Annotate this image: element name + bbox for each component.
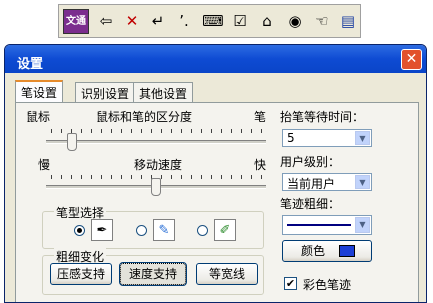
speed-slider-thumb[interactable] xyxy=(151,178,161,196)
pen-type-radio-3[interactable] xyxy=(197,225,208,236)
chevron-down-icon: ▼ xyxy=(355,175,370,189)
delete-x-icon[interactable]: ✕ xyxy=(121,10,143,32)
mouse-pen-distinction-label: 鼠标和笔的区分度 xyxy=(96,110,193,124)
user-level-value: 当前用户 xyxy=(287,177,336,191)
check-icon: ✔ xyxy=(285,277,296,290)
keyboard-icon[interactable]: ⌨ xyxy=(202,10,224,32)
punctuation-icon[interactable]: ʼ. xyxy=(173,10,195,32)
lift-wait-value: 5 xyxy=(287,131,295,145)
close-button[interactable]: ✕ xyxy=(401,49,422,70)
chevron-down-icon: ▼ xyxy=(355,217,370,233)
user-level-label: 用户级别： xyxy=(280,155,341,169)
color-swatch xyxy=(339,245,355,257)
equal-width-button[interactable]: 等宽线 xyxy=(196,263,258,285)
color-button-label: 颜色 xyxy=(301,244,326,258)
mouse-pen-ticks xyxy=(51,129,262,133)
line-width-preview xyxy=(287,224,351,226)
ballpoint-pen-icon[interactable]: ✎ xyxy=(153,219,175,241)
tab-label: 笔设置 xyxy=(21,86,58,100)
pen-width-label: 笔迹粗细： xyxy=(280,197,341,211)
button-label: 压感支持 xyxy=(56,267,105,281)
tab-label: 识别设置 xyxy=(81,87,130,101)
button-label: 等宽线 xyxy=(208,267,245,281)
tab-other-settings[interactable]: 其他设置 xyxy=(133,82,194,102)
pressure-support-button[interactable]: 压感支持 xyxy=(50,263,112,285)
color-pen-label: 彩色笔迹 xyxy=(303,278,352,292)
mouse-pen-slider-thumb[interactable] xyxy=(67,133,78,151)
edit-form-icon[interactable]: ☑ xyxy=(229,10,251,32)
user-level-select[interactable]: 当前用户 ▼ xyxy=(282,173,372,191)
window-title-bar: 设置 ✕ xyxy=(5,45,426,73)
pen-type-radio-2[interactable] xyxy=(136,225,147,236)
lift-wait-select[interactable]: 5 ▼ xyxy=(282,129,372,147)
eraser-icon[interactable]: ⌂ xyxy=(256,10,278,32)
app-logo-text: 文通 xyxy=(66,15,86,27)
document-icon[interactable]: ▤ xyxy=(337,10,359,32)
back-arrow-icon[interactable]: ⇦ xyxy=(95,10,117,32)
eye-icon[interactable]: ◉ xyxy=(284,10,306,32)
pen-type-radio-1[interactable] xyxy=(74,225,85,236)
move-speed-label: 移动速度 xyxy=(134,158,183,172)
settings-window: 设置 ✕ 笔设置 识别设置 其他设置 鼠标 鼠标和笔的区分度 笔 慢 移动速度 … xyxy=(4,44,427,303)
mouse-label: 鼠标 xyxy=(26,110,51,124)
hand-pointer-icon[interactable]: ☜ xyxy=(311,10,333,32)
chevron-down-icon: ▼ xyxy=(355,131,370,145)
marker-pen-icon[interactable]: ✐ xyxy=(214,219,236,241)
color-pen-checkbox[interactable]: ✔ xyxy=(284,277,297,290)
pen-label: 笔 xyxy=(254,110,267,124)
slow-label: 慢 xyxy=(38,158,51,172)
mouse-pen-slider-track[interactable] xyxy=(46,140,266,144)
brush-pen-icon[interactable]: ✒ xyxy=(91,219,113,241)
button-label: 速度支持 xyxy=(128,267,177,281)
window-title: 设置 xyxy=(17,57,44,72)
color-button[interactable]: 颜色 xyxy=(282,240,372,262)
tab-pen-settings[interactable]: 笔设置 xyxy=(15,80,64,104)
tab-recognition-settings[interactable]: 识别设置 xyxy=(75,82,136,102)
speed-support-button[interactable]: 速度支持 xyxy=(119,262,187,286)
close-icon: ✕ xyxy=(405,51,418,67)
tab-label: 其他设置 xyxy=(139,87,188,101)
enter-icon[interactable]: ↵ xyxy=(147,10,169,32)
pen-settings-panel: 鼠标 鼠标和笔的区分度 笔 慢 移动速度 快 笔型选择 ✒ ✎ ✐ 粗细变化 压… xyxy=(15,102,419,302)
fast-label: 快 xyxy=(254,158,267,172)
top-toolbar: 文通 ⇦ ✕ ↵ ʼ. ⌨ ☑ ⌂ ◉ ☜ ▤ xyxy=(58,4,361,38)
app-logo-icon[interactable]: 文通 xyxy=(63,9,89,34)
lift-wait-label: 抬笔等待时间： xyxy=(280,110,365,124)
pen-width-select[interactable]: ▼ xyxy=(282,215,372,235)
